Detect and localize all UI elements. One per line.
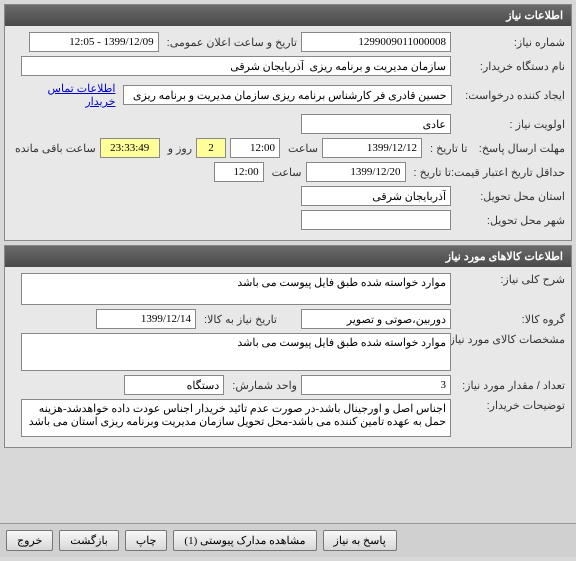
announce-input[interactable] <box>29 32 159 52</box>
goods-group-input[interactable] <box>301 309 451 329</box>
goods-info-panel: اطلاعات کالاهای مورد نیاز شرح کلی نیاز: … <box>4 245 572 448</box>
goods-info-header: اطلاعات کالاهای مورد نیاز <box>5 246 571 267</box>
delivery-city-label: شهر محل تحویل: <box>455 214 565 227</box>
announce-label: تاریخ و ساعت اعلان عمومی: <box>163 36 297 49</box>
delivery-city-input[interactable] <box>301 210 451 230</box>
delivery-province-input[interactable] <box>301 186 451 206</box>
back-button[interactable]: بازگشت <box>59 530 119 551</box>
creator-label: ایجاد کننده درخواست: <box>456 89 565 102</box>
goods-spec-textarea[interactable]: موارد خواسته شده طبق فایل پیوست می باشد <box>21 333 451 371</box>
unit-label: واحد شمارش: <box>228 379 297 392</box>
priority-label: اولویت نیاز : <box>455 118 565 131</box>
unit-input[interactable] <box>124 375 224 395</box>
buyer-notes-label: توضیحات خریدار: <box>455 399 565 412</box>
min-credit-time-label: ساعت <box>268 166 302 179</box>
attachments-button[interactable]: مشاهده مدارک پیوستی (1) <box>173 530 316 551</box>
min-credit-label: حداقل تاریخ اعتبار قیمت: <box>455 166 565 179</box>
min-credit-to-label: تا تاریخ : <box>410 166 451 179</box>
buyer-org-input[interactable] <box>21 56 451 76</box>
bottom-toolbar: خروج بازگشت چاپ مشاهده مدارک پیوستی (1) … <box>0 523 576 557</box>
goods-group-label: گروه کالا: <box>455 313 565 326</box>
need-info-panel: اطلاعات نیاز شماره نیاز: تاریخ و ساعت اع… <box>4 4 572 241</box>
need-date-input[interactable] <box>96 309 196 329</box>
exit-button[interactable]: خروج <box>6 530 53 551</box>
need-number-input[interactable] <box>301 32 451 52</box>
need-info-header: اطلاعات نیاز <box>5 5 571 26</box>
deadline-label: مهلت ارسال پاسخ: <box>471 142 565 155</box>
buyer-org-label: نام دستگاه خریدار: <box>455 60 565 73</box>
quantity-input[interactable] <box>301 375 451 395</box>
goods-spec-label: مشخصات کالای مورد نیاز: <box>455 333 565 346</box>
print-button[interactable]: چاپ <box>125 530 168 551</box>
deadline-date-input[interactable] <box>322 138 422 158</box>
need-date-label: تاریخ نیاز به کالا: <box>200 313 277 326</box>
min-credit-time-input[interactable] <box>214 162 264 182</box>
delivery-province-label: استان محل تحویل: <box>455 190 565 203</box>
days-label: روز و <box>164 142 192 155</box>
general-desc-label: شرح کلی نیاز: <box>455 273 565 286</box>
deadline-time-label: ساعت <box>284 142 318 155</box>
general-desc-textarea[interactable]: موارد خواسته شده طبق فایل پیوست می باشد <box>21 273 451 305</box>
need-number-label: شماره نیاز: <box>455 36 565 49</box>
buyer-notes-textarea[interactable]: اجناس اصل و اورجینال باشد-در صورت عدم تا… <box>21 399 451 437</box>
contact-buyer-link[interactable]: اطلاعات تماس خریدار <box>11 80 119 110</box>
priority-input[interactable] <box>301 114 451 134</box>
quantity-label: تعداد / مقدار مورد نیاز: <box>455 379 565 392</box>
creator-input[interactable] <box>123 85 451 105</box>
deadline-to-label: تا تاریخ : <box>426 142 467 155</box>
remaining-label: ساعت باقی مانده <box>11 142 96 155</box>
days-remaining-input <box>196 138 226 158</box>
deadline-time-input[interactable] <box>230 138 280 158</box>
time-remaining-input <box>100 138 160 158</box>
respond-button[interactable]: پاسخ به نیاز <box>323 530 397 551</box>
min-credit-date-input[interactable] <box>306 162 406 182</box>
